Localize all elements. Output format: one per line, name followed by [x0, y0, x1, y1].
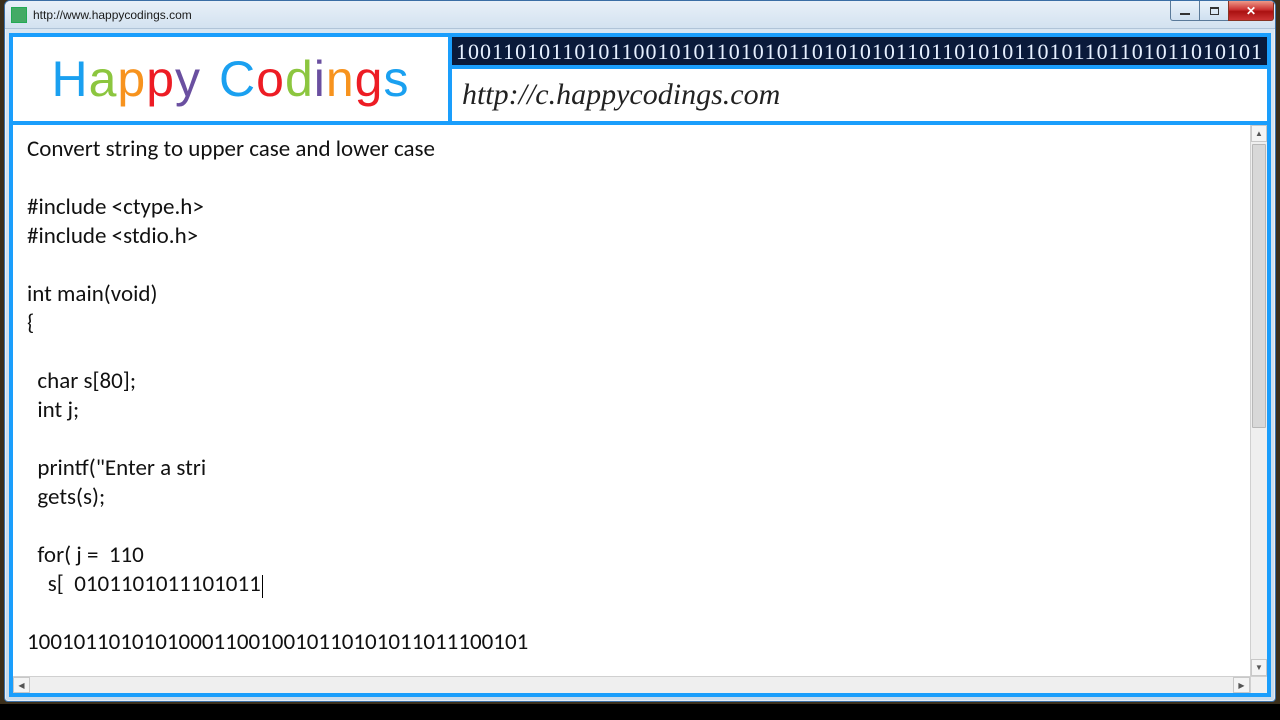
maximize-icon: [1210, 7, 1219, 15]
code-line: for( j = 110: [27, 541, 144, 569]
site-url-label: http://c.happycodings.com: [452, 69, 1267, 121]
code-line: s[ 0101101011101011: [27, 570, 261, 598]
app-favicon-icon: [11, 7, 27, 23]
code-line: printf("Enter a stri: [27, 454, 206, 482]
scroll-left-button[interactable]: ◀: [13, 677, 30, 693]
code-line: #include <ctype.h>: [27, 193, 204, 221]
scrollbar-corner: [1250, 677, 1267, 693]
header-right: 1001101011010110010101101010110101010110…: [452, 37, 1267, 121]
code-line: #include <stdio.h>: [27, 222, 198, 250]
code-line: {: [27, 309, 34, 337]
window-controls: ✕: [1171, 1, 1274, 21]
hscroll-track[interactable]: [30, 677, 1233, 693]
window-title: http://www.happycodings.com: [33, 8, 192, 22]
window-maximize-button[interactable]: [1199, 1, 1229, 21]
text-cursor: [262, 575, 263, 598]
code-title: Convert string to upper case and lower c…: [27, 135, 435, 163]
code-line: int j;: [27, 396, 79, 424]
code-editor[interactable]: Convert string to upper case and lower c…: [13, 125, 1250, 676]
scroll-track[interactable]: [1251, 142, 1267, 659]
video-frame: http://www.happycodings.com ✕ HappyCodin…: [0, 0, 1280, 704]
letterbox-bottom: [0, 704, 1280, 720]
scroll-right-button[interactable]: ▶: [1233, 677, 1250, 693]
app-header: HappyCodings 100110101101011001010110101…: [13, 37, 1267, 125]
code-line: char s[80];: [27, 367, 136, 395]
logo-box: HappyCodings: [13, 37, 452, 121]
code-line: gets(s);: [27, 483, 105, 511]
code-line: 1001011010101000110010010110101011011100…: [27, 628, 528, 656]
window-minimize-button[interactable]: [1170, 1, 1200, 21]
minimize-icon: [1180, 13, 1190, 15]
scroll-up-button[interactable]: ▲: [1251, 125, 1267, 142]
binary-decor-strip: 1001101011010110010101101010110101010110…: [452, 37, 1267, 69]
close-icon: ✕: [1246, 4, 1256, 18]
horizontal-scrollbar[interactable]: ◀ ▶: [13, 676, 1267, 693]
vertical-scrollbar[interactable]: ▲ ▼: [1250, 125, 1267, 676]
application-window: http://www.happycodings.com ✕ HappyCodin…: [4, 0, 1276, 702]
client-area: HappyCodings 100110101101011001010110101…: [9, 33, 1271, 697]
scroll-thumb[interactable]: [1252, 144, 1266, 428]
window-close-button[interactable]: ✕: [1228, 1, 1274, 21]
happy-codings-logo: HappyCodings: [51, 50, 409, 108]
scroll-down-button[interactable]: ▼: [1251, 659, 1267, 676]
window-titlebar[interactable]: http://www.happycodings.com ✕: [5, 1, 1275, 29]
code-line: int main(void): [27, 280, 157, 308]
content-wrap: Convert string to upper case and lower c…: [13, 125, 1267, 676]
